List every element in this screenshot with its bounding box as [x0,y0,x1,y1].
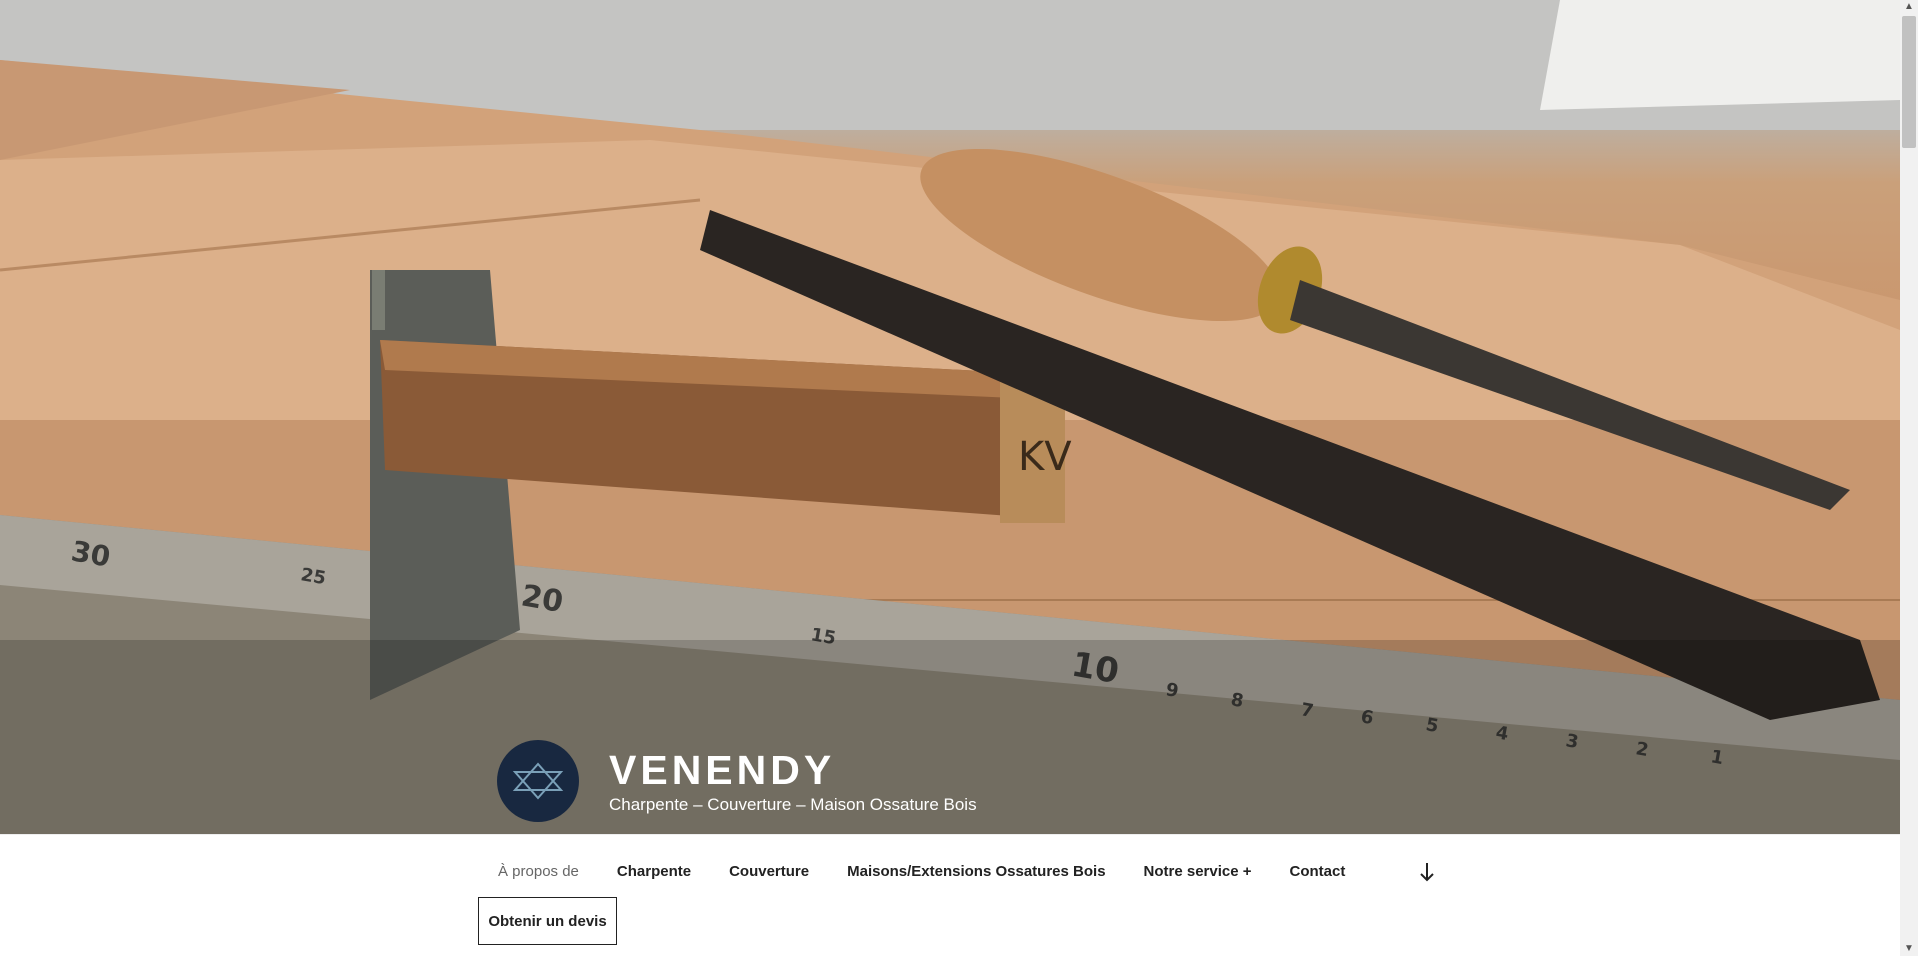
arrow-down-icon[interactable] [1415,860,1439,884]
scroll-down-arrow-icon[interactable]: ▼ [1900,942,1918,956]
hero-header-image: KV 30 25 20 15 10 9 8 7 6 5 4 3 2 1 VENE… [0,0,1900,834]
primary-menu: À propos de Charpente Couverture Maisons… [479,855,1364,888]
ruler-mark: 20 [519,578,566,620]
scrollbar-thumb[interactable] [1902,16,1916,148]
site-title[interactable]: VENENDY [609,747,977,793]
triangle-logo-icon [512,762,564,800]
ruler-mark: 25 [299,564,327,589]
tool-stamp-text: KV [1018,434,1072,480]
nav-item-a-propos[interactable]: À propos de [479,855,598,888]
nav-item-charpente[interactable]: Charpente [598,855,710,888]
nav-item-maisons-extensions[interactable]: Maisons/Extensions Ossatures Bois [828,855,1124,888]
hero-scene-illustration: KV 30 25 20 15 10 9 8 7 6 5 4 3 2 1 [0,0,1900,834]
site-description: Charpente – Couverture – Maison Ossature… [609,795,977,814]
nav-item-notre-service[interactable]: Notre service + [1125,855,1271,888]
nav-item-couverture[interactable]: Couverture [710,855,828,888]
ruler-mark: 30 [69,534,113,573]
site-branding: VENENDY Charpente – Couverture – Maison … [497,740,977,822]
site-logo[interactable] [497,740,579,822]
top-navigation: À propos de Charpente Couverture Maisons… [0,834,1900,957]
nav-item-contact[interactable]: Contact [1271,855,1365,888]
quote-request-button[interactable]: Obtenir un devis [478,897,617,945]
scroll-up-arrow-icon[interactable]: ▲ [1900,0,1918,14]
